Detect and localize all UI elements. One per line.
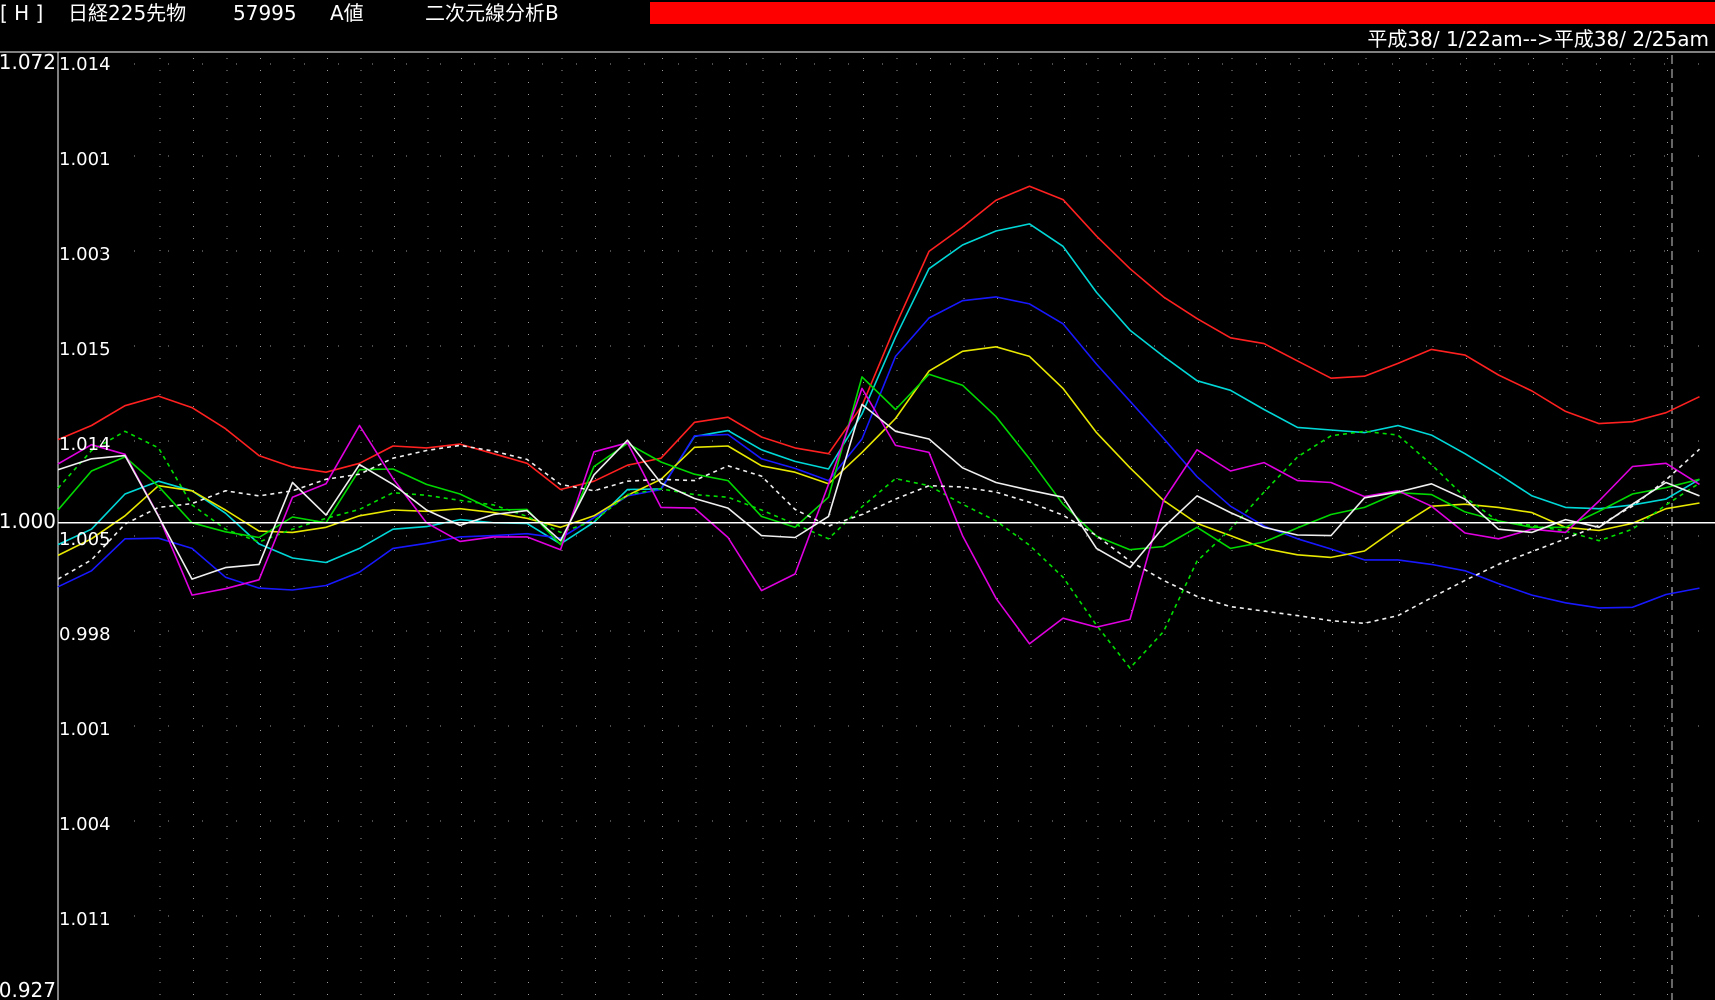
inner-tick-label: 1.001 xyxy=(59,149,111,170)
series-line-1 xyxy=(57,185,1700,491)
outer-tick-label: 0.927 xyxy=(0,978,56,1000)
inner-tick-label: 1.005 xyxy=(59,529,111,550)
chart-grid xyxy=(100,55,1700,1000)
inner-tick-label: 1.014 xyxy=(59,434,111,455)
inner-tick-label: 1.014 xyxy=(59,54,111,75)
inner-axis-labels: 1.014 1.001 1.003 1.015 1.014 1.005 0.998 1.001… xyxy=(59,54,111,930)
series-line-3 xyxy=(57,296,1700,609)
series-line-7 xyxy=(57,387,1700,645)
inner-tick-label: 1.015 xyxy=(59,339,111,360)
series-line-4 xyxy=(57,345,1700,559)
inner-tick-label: 1.011 xyxy=(59,909,111,930)
inner-tick-label: 1.003 xyxy=(59,244,111,265)
inner-tick-label: 1.001 xyxy=(59,719,111,740)
outer-axis-labels: 1.072 1.000 0.927 xyxy=(0,50,56,1000)
outer-tick-label: 1.072 xyxy=(0,50,56,74)
inner-tick-label: 1.004 xyxy=(59,814,111,835)
inner-tick-label: 0.998 xyxy=(59,624,111,645)
series-layer xyxy=(57,185,1701,669)
outer-tick-label: 1.000 xyxy=(0,509,56,533)
series-line-9 xyxy=(57,444,1701,625)
series-line-6 xyxy=(57,430,1700,669)
line-chart[interactable]: 1.0721.0000.927 1.0141.0011.0031.0151.01… xyxy=(0,0,1715,1000)
